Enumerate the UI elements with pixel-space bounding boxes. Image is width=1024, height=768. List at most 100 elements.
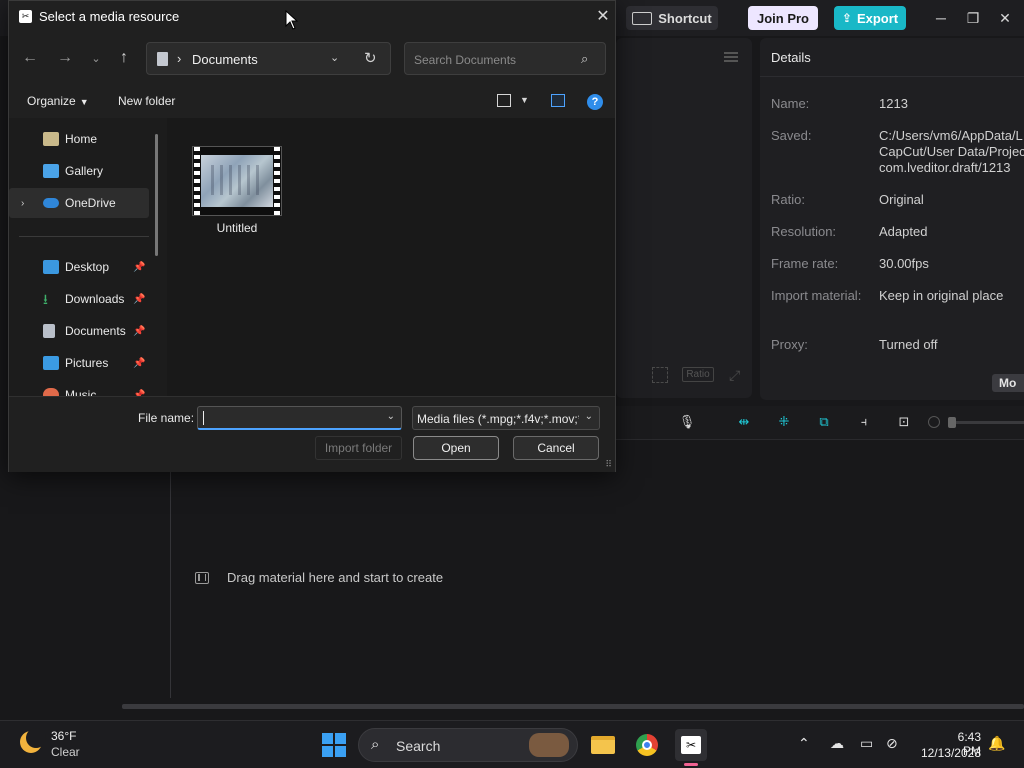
breadcrumb-chevron-icon[interactable]: › [177, 51, 181, 66]
taskbar-search[interactable]: ⌕ Search [358, 728, 578, 762]
detail-value-proxy: Turned off [879, 337, 938, 352]
nav-scrollbar[interactable] [155, 134, 158, 256]
new-folder-button[interactable]: New folder [118, 94, 175, 108]
recent-locations-chevron-icon[interactable]: ⌄ [85, 47, 107, 69]
up-arrow-icon[interactable]: ↑ [113, 47, 135, 69]
breadcrumb-documents[interactable]: Documents [192, 52, 258, 67]
join-pro-button[interactable]: Join Pro [748, 6, 818, 30]
help-icon[interactable]: ? [587, 94, 603, 110]
capcut-icon[interactable]: ✂ [675, 729, 707, 761]
chevron-down-icon: ▼ [79, 97, 89, 107]
detail-label-ratio: Ratio: [771, 192, 805, 207]
cancel-button[interactable]: Cancel [513, 436, 599, 460]
nav-item-label: Downloads [65, 292, 125, 306]
weather-temperature[interactable]: 36°F [51, 729, 76, 743]
linkage-icon[interactable]: ⧉ [815, 414, 833, 430]
video-file-icon [192, 146, 282, 216]
detail-value-ratio: Original [879, 192, 924, 207]
nav-item-home[interactable]: Home [9, 124, 149, 154]
maximize-icon[interactable]: ❐ [960, 6, 986, 30]
nav-divider [19, 236, 149, 237]
detail-label-frame-rate: Frame rate: [771, 256, 839, 271]
resize-grip-icon[interactable]: ⠿ [605, 459, 612, 470]
clock-date[interactable]: 12/13/2023 [919, 746, 981, 760]
nav-item-pictures[interactable]: Pictures 📌 [9, 348, 149, 378]
nav-item-label: Documents [65, 324, 126, 338]
nav-item-label: Music [65, 388, 97, 396]
split-icon[interactable]: ⫞ [855, 414, 873, 430]
address-bar[interactable]: › Documents ⌄ ↻ [146, 42, 391, 75]
shortcut-label: Shortcut [658, 10, 712, 26]
main-track-magnet-icon[interactable]: ⇹ [735, 414, 753, 430]
open-button[interactable]: Open [413, 436, 499, 460]
zoom-slider-handle[interactable] [948, 417, 956, 428]
chevron-right-icon[interactable]: › [21, 198, 24, 209]
organize-label: Organize [27, 94, 76, 108]
nav-item-desktop[interactable]: Desktop 📌 [9, 252, 149, 282]
organize-button[interactable]: Organize ▼ [27, 94, 89, 108]
document-icon [43, 324, 55, 338]
file-item[interactable]: Untitled [189, 146, 285, 235]
ratio-button[interactable]: Ratio [682, 367, 714, 382]
auto-snap-icon[interactable]: ⁜ [775, 414, 793, 430]
fullscreen-frame-icon[interactable] [652, 367, 668, 383]
menu-icon[interactable] [724, 52, 738, 62]
download-icon: ⭳ [43, 291, 48, 307]
search-icon[interactable]: ⌕ [581, 51, 588, 67]
zoom-out-icon[interactable] [928, 416, 940, 428]
display-icon[interactable]: ▭ [860, 735, 873, 752]
close-icon[interactable]: ✕ [593, 5, 613, 27]
microphone-icon[interactable]: 🎙 [678, 414, 696, 430]
nav-item-label: OneDrive [65, 196, 116, 210]
file-name-input[interactable]: ⌄ [197, 406, 402, 430]
expand-icon[interactable]: ⤢ [729, 367, 745, 383]
windows-start-icon[interactable] [322, 733, 346, 757]
taskbar: 36°F Clear ⌕ Search ✂ ⌃ ☁ ▭ ⊘ 6:43 PM 12… [0, 720, 1024, 768]
back-arrow-icon[interactable]: ← [19, 47, 41, 69]
forward-arrow-icon[interactable]: → [54, 47, 76, 69]
nav-item-music[interactable]: Music 📌 [9, 380, 149, 396]
export-icon: ⇪ [841, 11, 852, 25]
view-mode-icon[interactable] [497, 94, 511, 107]
dialog-footer: File name: ⌄ Media files (*.mpg;*.f4v;*.… [9, 396, 615, 472]
file-list[interactable]: Untitled [167, 118, 615, 396]
zoom-slider-track[interactable] [950, 421, 1024, 424]
address-dropdown-icon[interactable]: ⌄ [330, 51, 339, 64]
file-type-select[interactable]: Media files (*.mpg;*.f4v;*.mov;* ⌄ [412, 406, 600, 430]
view-dropdown-icon[interactable]: ▼ [520, 95, 529, 105]
preview-axis-icon[interactable]: ⊡ [895, 414, 913, 430]
detail-value-import-material: Keep in original place [879, 288, 1004, 303]
refresh-icon[interactable]: ↻ [364, 49, 377, 67]
search-input[interactable]: Search Documents ⌕ [404, 42, 606, 75]
modify-button[interactable]: Mo [992, 374, 1024, 392]
notification-bell-icon[interactable]: 🔔 [988, 735, 1005, 752]
import-folder-button[interactable]: Import folder [315, 436, 402, 460]
onedrive-offline-icon[interactable]: ☁ [830, 735, 844, 752]
timeline-scrollbar[interactable] [122, 704, 1024, 709]
shortcut-button[interactable]: Shortcut [626, 6, 718, 30]
taskbar-search-label: Search [396, 738, 441, 754]
export-button[interactable]: ⇪ Export [834, 6, 906, 30]
chrome-icon[interactable] [631, 729, 663, 761]
timeline-area[interactable] [0, 440, 1024, 708]
film-icon [195, 571, 209, 584]
home-icon [43, 132, 59, 146]
nav-item-onedrive[interactable]: › OneDrive [9, 188, 149, 218]
active-app-indicator [684, 763, 698, 766]
minimize-icon[interactable]: ─ [928, 6, 954, 30]
show-hidden-icons-chevron-icon[interactable]: ⌃ [798, 735, 810, 752]
nav-item-gallery[interactable]: Gallery [9, 156, 149, 186]
chevron-down-icon[interactable]: ⌄ [585, 411, 593, 422]
detail-label-name: Name: [771, 96, 810, 111]
moon-icon[interactable] [20, 728, 46, 753]
file-name-label: File name: [138, 411, 195, 425]
preview-pane-icon[interactable] [551, 94, 565, 107]
nav-item-downloads[interactable]: ⭳ Downloads 📌 [9, 284, 149, 314]
bing-highlight-icon [529, 733, 569, 757]
close-app-icon[interactable]: ✕ [992, 6, 1018, 30]
weather-condition[interactable]: Clear [51, 745, 80, 759]
chevron-down-icon[interactable]: ⌄ [387, 411, 395, 422]
network-volume-icon[interactable]: ⊘ [886, 735, 898, 752]
nav-item-documents[interactable]: Documents 📌 [9, 316, 149, 346]
file-explorer-icon[interactable] [587, 729, 619, 761]
